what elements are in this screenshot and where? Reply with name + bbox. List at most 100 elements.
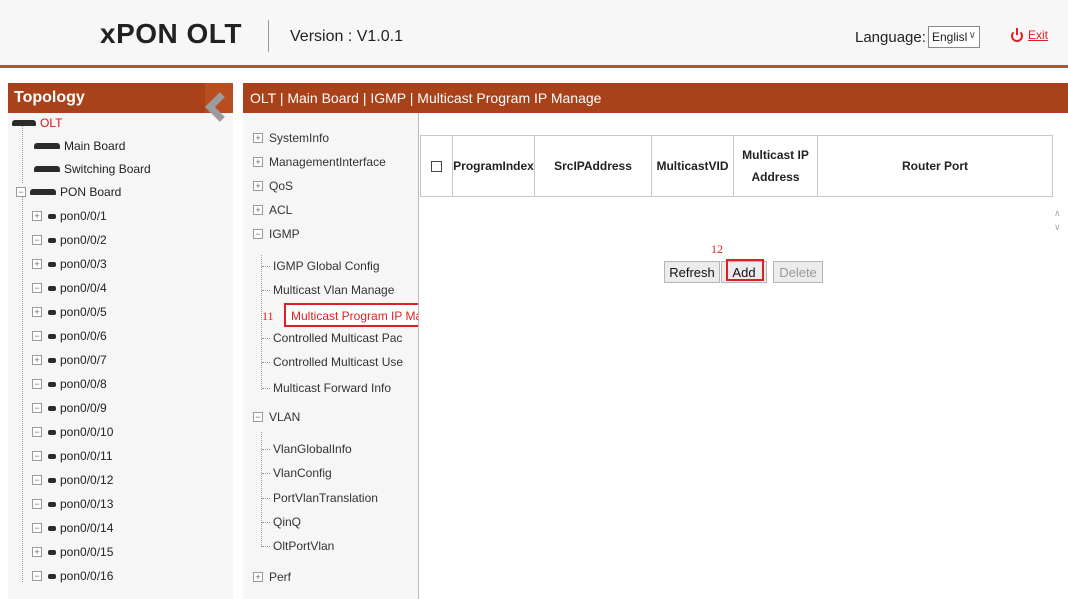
column-header-multicast-vid[interactable]: MulticastVID (652, 136, 734, 196)
menu-item-qinq[interactable]: QinQ (262, 515, 301, 529)
tree-node-port[interactable]: − pon0/0/13 (32, 497, 113, 511)
port-label: pon0/0/15 (60, 545, 114, 559)
menu-item-vlan[interactable]: − VLAN (253, 410, 300, 424)
expand-box-icon[interactable]: + (32, 355, 42, 365)
breadcrumb: OLT | Main Board | IGMP | Multicast Prog… (243, 83, 1068, 113)
tree-node-pon-board[interactable]: − PON Board (16, 185, 121, 199)
board-icon (34, 166, 60, 172)
function-menu: + SystemInfo + ManagementInterface + QoS + A… (243, 113, 418, 599)
tree-node-port[interactable]: + pon0/0/3 (32, 257, 107, 271)
collapse-box-icon[interactable]: − (32, 523, 42, 533)
tree-node-port[interactable]: + pon0/0/15 (32, 545, 113, 559)
callout-number: 11 (262, 309, 274, 323)
tree-node-port[interactable]: − pon0/0/9 (32, 401, 107, 415)
menu-label: VLAN (269, 410, 301, 424)
menu-item-perf[interactable]: + Perf (253, 570, 291, 584)
column-header-router-port[interactable]: Router Port (818, 136, 1052, 196)
board-icon (30, 189, 56, 195)
menu-item-controlled-multicast-pac[interactable]: Controlled Multicast Pac (262, 331, 402, 345)
collapse-box-icon[interactable]: − (32, 451, 42, 461)
collapse-chevron-icon[interactable] (205, 83, 233, 113)
port-icon (48, 357, 56, 363)
collapse-box-icon[interactable]: − (253, 412, 263, 422)
menu-item-vlan-global-info[interactable]: VlanGlobalInfo (262, 442, 352, 456)
tree-node-port[interactable]: − pon0/0/6 (32, 329, 107, 343)
power-icon[interactable] (1010, 28, 1024, 42)
callout-number: 12 (711, 242, 723, 256)
tree-node-port[interactable]: − pon0/0/2 (32, 233, 107, 247)
tree-node-port[interactable]: − pon0/0/11 (32, 449, 113, 463)
tree-node-port[interactable]: − pon0/0/16 (32, 569, 113, 583)
refresh-button[interactable]: Refresh (664, 261, 720, 283)
menu-label: VlanConfig (273, 466, 332, 480)
collapse-box-icon[interactable]: − (32, 475, 42, 485)
tree-node-olt[interactable]: OLT (12, 116, 62, 130)
port-label: pon0/0/10 (60, 425, 114, 439)
add-highlight-frame (726, 259, 764, 281)
menu-item-multicast-forward-info[interactable]: Multicast Forward Info (262, 381, 391, 395)
select-all-cell (421, 136, 453, 196)
tree-label-switching-board: Switching Board (64, 162, 151, 176)
collapse-box-icon[interactable]: − (32, 571, 42, 581)
expand-box-icon[interactable]: + (32, 307, 42, 317)
collapse-box-icon[interactable]: − (32, 331, 42, 341)
expand-box-icon[interactable]: + (32, 259, 42, 269)
expand-box-icon[interactable]: + (253, 181, 263, 191)
exit-control[interactable]: Exit (1010, 28, 1048, 42)
menu-label: IGMP (269, 227, 300, 241)
port-label: pon0/0/16 (60, 569, 114, 583)
tree-node-port[interactable]: − pon0/0/8 (32, 377, 107, 391)
menu-item-port-vlan-translation[interactable]: PortVlanTranslation (262, 491, 378, 505)
port-icon (48, 381, 56, 387)
tree-node-port[interactable]: − pon0/0/12 (32, 473, 113, 487)
language-select[interactable]: Englisl ∨ (928, 26, 980, 48)
tree-node-switching-board[interactable]: Switching Board (34, 162, 151, 176)
column-header-src-ip-address[interactable]: SrcIPAddress (535, 136, 652, 196)
collapse-box-icon[interactable]: − (32, 427, 42, 437)
menu-item-olt-port-vlan[interactable]: OltPortVlan (262, 539, 334, 553)
scroll-down-icon[interactable]: ∨ (1054, 222, 1061, 233)
select-all-checkbox[interactable] (431, 160, 442, 172)
menu-item-systeminfo[interactable]: + SystemInfo (253, 131, 329, 145)
expand-box-icon[interactable]: + (32, 211, 42, 221)
menu-label: ACL (269, 203, 293, 217)
collapse-box-icon[interactable]: − (32, 283, 42, 293)
expand-box-icon[interactable]: + (253, 157, 263, 167)
tree-node-port[interactable]: + pon0/0/7 (32, 353, 107, 367)
expand-box-icon[interactable]: + (253, 572, 263, 582)
column-header-program-index[interactable]: ProgramIndex (453, 136, 535, 196)
menu-item-multicast-program-ip-manage[interactable]: Multicast Program IP Ma (284, 303, 420, 327)
delete-button[interactable]: Delete (773, 261, 823, 283)
port-icon (48, 237, 56, 243)
expand-box-icon[interactable]: + (253, 133, 263, 143)
collapse-box-icon[interactable]: − (32, 379, 42, 389)
menu-label: Controlled Multicast Use (273, 355, 404, 369)
topology-title: Topology (14, 89, 85, 106)
column-header-multicast-ip-address[interactable]: Multicast IP Address (734, 136, 818, 196)
menu-item-controlled-multicast-use[interactable]: Controlled Multicast Use (262, 355, 403, 369)
menu-item-igmp[interactable]: − IGMP (253, 227, 300, 241)
collapse-box-icon[interactable]: − (32, 403, 42, 413)
menu-item-igmp-global-config[interactable]: IGMP Global Config (262, 259, 380, 273)
olt-device-icon (12, 120, 36, 126)
tree-node-port[interactable]: − pon0/0/10 (32, 425, 113, 439)
tree-node-main-board[interactable]: Main Board (34, 139, 125, 153)
menu-item-vlan-config[interactable]: VlanConfig (262, 466, 332, 480)
menu-label: Multicast Vlan Manage (273, 283, 395, 297)
expand-box-icon[interactable]: + (32, 547, 42, 557)
menu-item-acl[interactable]: + ACL (253, 203, 292, 217)
collapse-box-icon[interactable]: − (32, 499, 42, 509)
tree-node-port[interactable]: + pon0/0/5 (32, 305, 107, 319)
collapse-box-icon[interactable]: − (16, 187, 26, 197)
menu-item-management-interface[interactable]: + ManagementInterface (253, 155, 386, 169)
tree-node-port[interactable]: + pon0/0/1 (32, 209, 107, 223)
expand-box-icon[interactable]: + (253, 205, 263, 215)
collapse-box-icon[interactable]: − (253, 229, 263, 239)
tree-node-port[interactable]: − pon0/0/14 (32, 521, 113, 535)
tree-node-port[interactable]: − pon0/0/4 (32, 281, 107, 295)
menu-item-multicast-vlan-manage[interactable]: Multicast Vlan Manage (262, 283, 394, 297)
scroll-up-icon[interactable]: ∧ (1054, 208, 1061, 219)
collapse-box-icon[interactable]: − (32, 235, 42, 245)
menu-item-qos[interactable]: + QoS (253, 179, 293, 193)
exit-link[interactable]: Exit (1028, 28, 1048, 42)
